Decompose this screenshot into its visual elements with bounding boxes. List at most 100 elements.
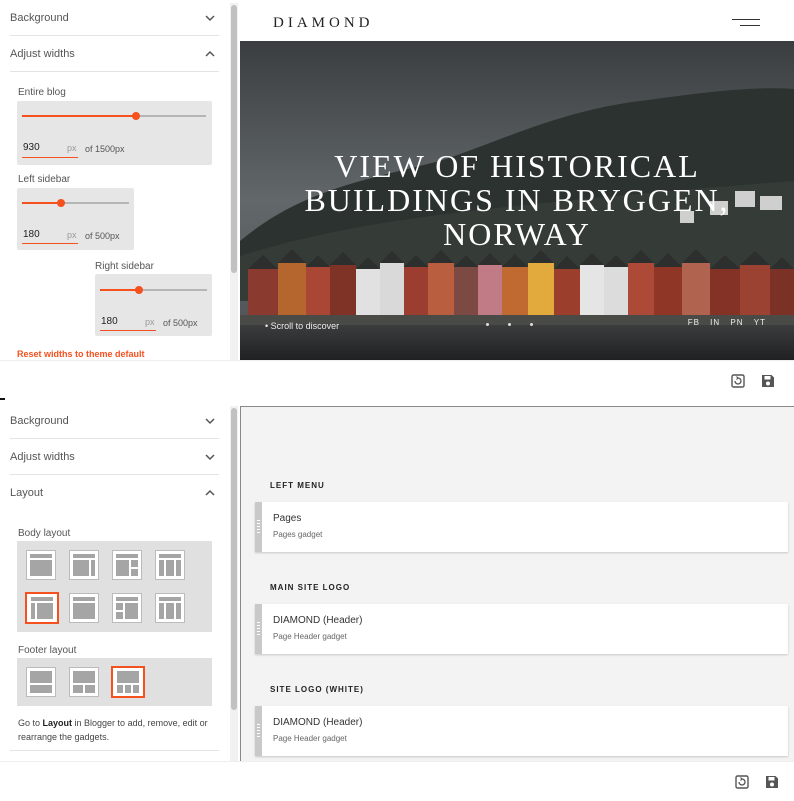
right-sidebar-value[interactable]: 180 xyxy=(101,316,118,327)
left-sidebar-value[interactable]: 180 xyxy=(23,229,40,240)
left-sidebar-label: Left sidebar xyxy=(18,174,71,185)
gadget-card[interactable]: DIAMOND (Header) Page Header gadget xyxy=(255,604,788,654)
body-layout-option-8[interactable] xyxy=(155,593,185,623)
body-layout-option-7[interactable] xyxy=(112,593,142,623)
social-link-pn[interactable]: PN xyxy=(730,318,743,327)
entire-blog-underline xyxy=(22,157,78,158)
gadget-card[interactable]: Pages Pages gadget xyxy=(255,502,788,552)
section-layout-label: Layout xyxy=(10,487,44,499)
footer-layout-options xyxy=(17,658,212,706)
layout-note: Go to Layout in Blogger to add, remove, … xyxy=(18,716,218,744)
layout-note-prefix: Go to xyxy=(18,718,43,728)
gadget-title: DIAMOND (Header) xyxy=(273,717,363,728)
section-background[interactable]: Background xyxy=(10,403,219,439)
body-layout-option-3[interactable] xyxy=(112,550,142,580)
entire-blog-label: Entire blog xyxy=(18,87,66,98)
hero-image: View of historical buildings in Bryggen,… xyxy=(240,41,794,360)
gadget-subtitle: Pages gadget xyxy=(273,530,323,539)
body-layout-label: Body layout xyxy=(18,528,71,539)
reset-widths-link[interactable]: Reset widths to theme default xyxy=(17,349,145,359)
gadget-section-heading: SITE LOGO (WHITE) xyxy=(270,685,364,694)
drag-handle-icon[interactable] xyxy=(255,706,262,756)
right-sidebar-track[interactable] xyxy=(100,286,207,294)
body-layout-option-1[interactable] xyxy=(26,550,56,580)
gadget-layout-panel: LEFT MENU Pages Pages gadget MAIN SITE L… xyxy=(240,406,794,761)
gadget-title: DIAMOND (Header) xyxy=(273,615,363,626)
sidebar-scrollbar[interactable] xyxy=(230,406,238,761)
scrollbar-thumb[interactable] xyxy=(231,5,237,273)
settings-sidebar: Background Adjust widths Entire blog 930… xyxy=(0,0,229,360)
gadget-section-heading: LEFT MENU xyxy=(270,481,325,490)
section-layout[interactable]: Layout xyxy=(10,475,219,511)
right-sidebar-label: Right sidebar xyxy=(95,261,154,272)
left-sidebar-knob[interactable] xyxy=(56,199,65,207)
top-action-bar xyxy=(0,360,794,400)
gadget-card[interactable]: DIAMOND (Header) Page Header gadget xyxy=(255,706,788,756)
layout-note-link[interactable]: Layout xyxy=(43,718,73,728)
section-background[interactable]: Background xyxy=(10,0,219,36)
hero-title-line-1: View of historical xyxy=(334,148,700,184)
right-sidebar-knob[interactable] xyxy=(134,286,143,294)
hero-title-line-2: buildings in Bryggen, xyxy=(304,182,730,218)
right-sidebar-unit: px xyxy=(145,317,155,327)
drag-handle-icon[interactable] xyxy=(255,604,262,654)
divider xyxy=(10,750,219,751)
chevron-up-icon xyxy=(205,475,215,527)
left-sidebar-fill xyxy=(22,202,61,204)
social-link-yt[interactable]: YT xyxy=(754,318,766,327)
right-sidebar-fill xyxy=(100,289,139,291)
section-background-label: Background xyxy=(10,12,69,24)
save-icon[interactable] xyxy=(760,373,776,389)
entire-blog-max: of 1500px xyxy=(85,144,125,154)
footer-layout-option-1[interactable] xyxy=(26,667,56,697)
social-links: FB IN PN YT xyxy=(681,318,766,327)
revert-icon[interactable] xyxy=(730,373,746,389)
top-editor-panel: Background Adjust widths Entire blog 930… xyxy=(0,0,794,400)
body-layout-option-5-selected[interactable] xyxy=(25,592,59,624)
panel-divider-mark xyxy=(0,398,5,400)
revert-icon[interactable] xyxy=(734,774,750,790)
gadget-title: Pages xyxy=(273,513,302,524)
right-sidebar-max: of 500px xyxy=(163,318,198,328)
body-layout-option-2[interactable] xyxy=(69,550,99,580)
drag-handle-icon[interactable] xyxy=(255,502,262,552)
hamburger-menu-icon[interactable] xyxy=(732,19,760,27)
section-background-label: Background xyxy=(10,415,69,427)
sidebar-scrollbar[interactable] xyxy=(230,3,238,360)
hero-title-line-3: Norway xyxy=(443,216,591,252)
body-layout-option-4[interactable] xyxy=(155,550,185,580)
save-icon[interactable] xyxy=(764,774,780,790)
footer-layout-option-3-selected[interactable] xyxy=(111,666,145,698)
social-link-in[interactable]: IN xyxy=(710,318,720,327)
entire-blog-track[interactable] xyxy=(22,112,206,120)
preview-header: DIAMOND xyxy=(240,3,794,41)
section-adjust-widths-label: Adjust widths xyxy=(10,451,75,463)
entire-blog-fill xyxy=(22,115,137,117)
section-adjust-widths[interactable]: Adjust widths xyxy=(10,439,219,475)
footer-layout-option-2[interactable] xyxy=(69,667,99,697)
hero-title: View of historical buildings in Bryggen,… xyxy=(240,149,794,251)
entire-blog-knob[interactable] xyxy=(132,112,141,120)
section-adjust-widths[interactable]: Adjust widths xyxy=(10,36,219,72)
left-sidebar-track[interactable] xyxy=(22,199,129,207)
left-sidebar-unit: px xyxy=(67,230,77,240)
entire-blog-slider-box: 930 px of 1500px xyxy=(17,101,212,165)
chevron-up-icon xyxy=(205,36,215,88)
entire-blog-value[interactable]: 930 xyxy=(23,142,40,153)
body-layout-option-6[interactable] xyxy=(69,593,99,623)
footer-layout-label: Footer layout xyxy=(18,645,77,656)
left-sidebar-underline xyxy=(22,243,78,244)
bottom-action-bar xyxy=(0,761,794,801)
scroll-to-discover[interactable]: • Scroll to discover xyxy=(265,321,339,331)
bottom-editor-panel: Background Adjust widths Layout Body lay… xyxy=(0,403,794,801)
body-layout-options xyxy=(17,541,212,632)
scrollbar-thumb[interactable] xyxy=(231,408,237,710)
entire-blog-unit: px xyxy=(67,143,77,153)
gadget-section-heading: MAIN SITE LOGO xyxy=(270,583,351,592)
scroll-text: Scroll to discover xyxy=(270,321,340,331)
left-sidebar-slider-box: 180 px of 500px xyxy=(17,188,134,250)
gadget-subtitle: Page Header gadget xyxy=(273,734,347,743)
social-link-fb[interactable]: FB xyxy=(688,318,700,327)
settings-sidebar-layout: Background Adjust widths Layout Body lay… xyxy=(0,403,229,761)
preview-brand-logo[interactable]: DIAMOND xyxy=(273,15,374,32)
